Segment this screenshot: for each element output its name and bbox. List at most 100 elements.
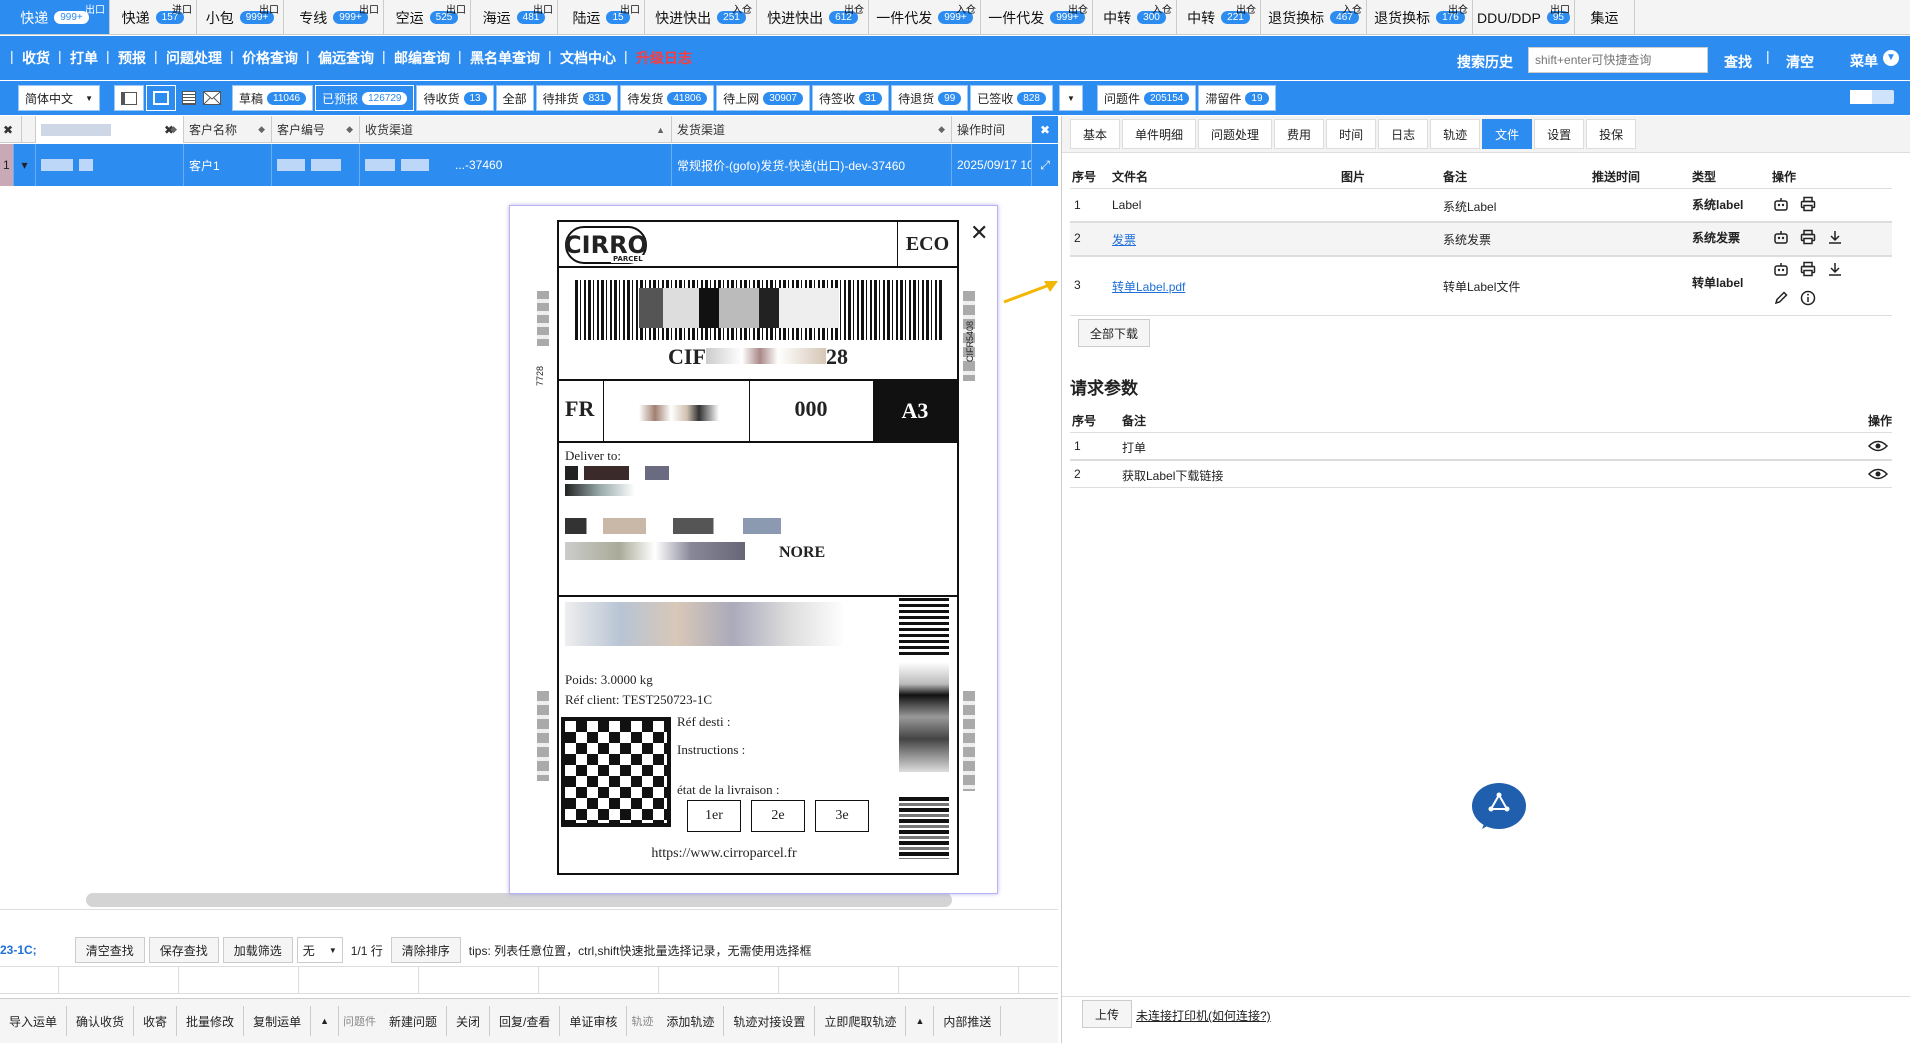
extra-filter[interactable]: 问题件 205154: [1096, 85, 1197, 111]
expand-caret[interactable]: ▾: [14, 144, 36, 186]
action-button[interactable]: 导入运单: [0, 1006, 68, 1036]
info-icon[interactable]: [1800, 290, 1816, 306]
action-button[interactable]: 立即爬取轨迹: [815, 1006, 907, 1036]
download-icon[interactable]: [1827, 229, 1843, 245]
file-link[interactable]: 转单Label.pdf: [1112, 278, 1185, 295]
status-filter[interactable]: 全部: [495, 85, 534, 111]
customer-filter[interactable]: ✖ ◆: [36, 116, 184, 143]
view-toggle[interactable]: [1850, 90, 1894, 104]
close-panel-icon[interactable]: ✖: [1032, 116, 1058, 143]
printer-status-link[interactable]: 未连接打印机(如何连接?): [1136, 1007, 1271, 1024]
detail-tab[interactable]: 文件: [1482, 119, 1533, 149]
action-button[interactable]: 关闭: [447, 1006, 491, 1036]
eye-icon[interactable]: [1868, 466, 1888, 482]
language-select[interactable]: 简体中文 ▼: [18, 85, 100, 111]
status-filter[interactable]: 待上网 30907: [716, 85, 810, 111]
robot-icon[interactable]: [1773, 229, 1789, 245]
action-button[interactable]: 回复/查看: [490, 1006, 561, 1036]
status-filter[interactable]: 待退货 99: [891, 85, 969, 111]
action-button[interactable]: 确认收货: [67, 1006, 135, 1036]
action-button[interactable]: 批量修改: [177, 1006, 245, 1036]
eye-icon[interactable]: [1868, 438, 1888, 454]
nav-item[interactable]: 文档中心: [548, 48, 626, 68]
save-query-button[interactable]: 保存查找: [148, 937, 219, 963]
module-tab[interactable]: 中转 300 入仓: [1093, 0, 1177, 34]
nav-item[interactable]: 打单: [58, 48, 108, 68]
col-receive-channel[interactable]: 收货渠道 ▲: [360, 116, 672, 143]
action-button[interactable]: 单证审核: [560, 1006, 628, 1036]
detail-tab[interactable]: 基本: [1070, 119, 1121, 149]
printer-icon[interactable]: [1800, 196, 1816, 212]
col-op-time[interactable]: 操作时间: [952, 116, 1032, 143]
action-button[interactable]: 复制运单: [244, 1006, 312, 1036]
expand-up-icon[interactable]: ▲: [906, 1006, 935, 1036]
module-tab[interactable]: 快递 157 进口: [110, 0, 197, 34]
clear-sort-button[interactable]: 清除排序: [390, 937, 461, 963]
load-filter-button[interactable]: 加载筛选: [222, 937, 293, 963]
action-button[interactable]: 添加轨迹: [657, 1006, 725, 1036]
table-row[interactable]: 1 ▾ 客户1 ...-37460 常规报价-(gofo)发货-快递(出口)-d…: [0, 144, 1058, 186]
action-button[interactable]: 收寄: [134, 1006, 178, 1036]
nav-item[interactable]: 偏远查询: [306, 48, 384, 68]
expand-up-icon[interactable]: ▲: [311, 1006, 339, 1036]
nav-item[interactable]: 邮编查询: [382, 48, 460, 68]
chat-support-icon[interactable]: [1472, 783, 1526, 829]
printer-icon[interactable]: [1800, 261, 1816, 277]
status-filter[interactable]: 待排货 831: [535, 85, 619, 111]
module-tab[interactable]: 快进快出 612 出仓: [757, 0, 869, 34]
robot-icon[interactable]: [1773, 261, 1789, 277]
module-tab[interactable]: 退货换标 176 出仓: [1367, 0, 1473, 34]
detail-tab[interactable]: 投保: [1586, 119, 1637, 149]
extra-filter[interactable]: 滞留件 19: [1198, 85, 1276, 111]
search-history-link[interactable]: 搜索历史: [1457, 52, 1513, 72]
status-filter[interactable]: 草稿 11046: [232, 85, 314, 111]
module-tab[interactable]: 专线 999+ 出口: [284, 0, 384, 34]
action-button[interactable]: 内部推送: [934, 1006, 1002, 1036]
edit-pencil-icon[interactable]: [1773, 290, 1789, 306]
status-filter[interactable]: 待发货 41806: [620, 85, 715, 111]
robot-icon[interactable]: [1773, 196, 1789, 212]
detail-tab[interactable]: 设置: [1534, 119, 1585, 149]
close-icon[interactable]: ✕: [970, 220, 988, 246]
layout-split-icon[interactable]: [114, 85, 144, 111]
clear-button[interactable]: 清空: [1786, 52, 1814, 72]
module-tab[interactable]: 退货换标 467 入仓: [1261, 0, 1367, 34]
chevron-down-icon[interactable]: ▼: [1883, 50, 1899, 66]
nav-item[interactable]: 预报: [106, 48, 156, 68]
detail-tab[interactable]: 日志: [1378, 119, 1429, 149]
col-customer-code[interactable]: 客户编号 ◆: [272, 116, 360, 143]
menu-button[interactable]: 菜单: [1850, 51, 1878, 71]
tools-icon[interactable]: ✖: [0, 116, 22, 143]
module-tab[interactable]: 空运 525 出口: [384, 0, 471, 34]
find-button[interactable]: 查找: [1724, 52, 1752, 72]
detail-tab[interactable]: 单件明细: [1122, 119, 1197, 149]
nav-item[interactable]: 升级日志: [624, 48, 702, 68]
more-status-dropdown[interactable]: ▼: [1058, 85, 1083, 111]
module-tab[interactable]: DDU/DDP 95 出口: [1473, 0, 1575, 34]
detail-tab[interactable]: 费用: [1274, 119, 1325, 149]
mail-icon[interactable]: [200, 85, 224, 111]
horizontal-scrollbar[interactable]: [86, 893, 952, 907]
col-customer-name[interactable]: 客户名称 ◆: [184, 116, 272, 143]
list-icon[interactable]: [178, 85, 200, 111]
status-filter[interactable]: 待收货 13: [416, 85, 494, 111]
module-tab[interactable]: 快递 999+ 出口: [0, 0, 110, 34]
action-button[interactable]: 新建问题: [380, 1006, 448, 1036]
detail-tab[interactable]: 时间: [1326, 119, 1377, 149]
download-icon[interactable]: [1827, 261, 1843, 277]
file-link[interactable]: 发票: [1112, 231, 1136, 248]
module-tab[interactable]: 小包 999+ 出口: [197, 0, 284, 34]
module-tab[interactable]: 海运 481 出口: [471, 0, 558, 34]
upload-button[interactable]: 上传: [1082, 1000, 1132, 1028]
download-all-button[interactable]: 全部下载: [1078, 319, 1150, 347]
status-filter[interactable]: 已预报 126729: [315, 85, 415, 111]
col-ship-channel[interactable]: 发货渠道 ◆: [672, 116, 952, 143]
module-tab[interactable]: 陆运 15 出口: [558, 0, 645, 34]
filter-select[interactable]: 无 ▼: [296, 937, 343, 963]
nav-item[interactable]: 问题处理: [154, 48, 232, 68]
clear-query-button[interactable]: 清空查找: [74, 937, 145, 963]
status-filter[interactable]: 待签收 31: [812, 85, 890, 111]
detail-tab[interactable]: 轨迹: [1430, 119, 1481, 149]
expand-icon[interactable]: ⤢: [1032, 144, 1058, 186]
quick-search-input[interactable]: [1528, 47, 1708, 73]
